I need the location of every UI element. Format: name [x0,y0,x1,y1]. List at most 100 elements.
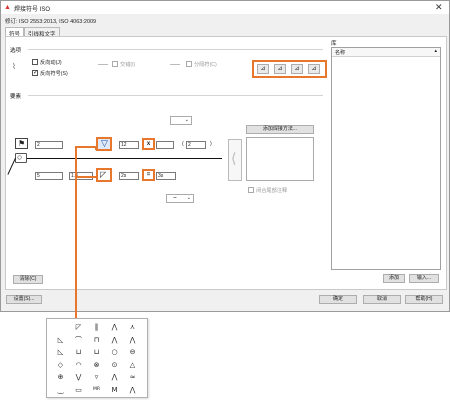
ok-button[interactable]: 确定 [319,295,357,304]
close-tail-label: 闭合尾部注释 [256,188,288,194]
library-section-label: 库 [331,41,337,47]
close-paren: ) [210,141,212,147]
elements-divider [28,95,323,96]
tail-button[interactable]: ⟨ [228,139,242,181]
palette-symbol-2-3[interactable]: ○ [106,346,123,358]
elements-section-label: 要素 [10,94,22,100]
arrow-line [7,158,16,175]
lower-size-field[interactable]: 2s [119,172,139,180]
palette-symbol-0-2[interactable]: ‖ [88,321,105,333]
sort-up-icon: ▴ [434,48,437,54]
settings-button[interactable]: 设置(S)... [6,295,42,304]
all-around-button[interactable]: ○ [15,152,27,163]
lower-length-field[interactable]: 3s [156,172,176,180]
flag-button[interactable]: ⚑ [15,138,28,149]
callout-line-vertical [75,146,77,320]
chevron-down-icon: ⌄ [184,117,189,123]
split-checkbox[interactable] [186,61,192,67]
window-title: 焊接符号 ISO [14,7,51,13]
ident-line-4-icon: ⊿ [311,66,317,72]
tail-icon: ⟨ [231,150,237,166]
weld-symbol-palette: ◸ ‖ ⋀ ⋏ ◺ ⌒ ⊓ ⋀ ⋀ ◺ ⊔ ⊔ ○ ⊖ ◇ ◠ ⊗ ⊙ △ ⊕ ⋁ ▿ ⋀ ≈ ⏝ ▭ MR M ⋀ [46,318,148,398]
palette-symbol-1-2[interactable]: ⊓ [88,334,105,346]
palette-symbol-3-4[interactable]: △ [124,359,141,371]
palette-symbol-1-3[interactable]: ⋀ [106,334,123,346]
palette-symbol-4-2[interactable]: ▿ [88,371,105,383]
upper-paren-field[interactable]: 2 [186,141,206,149]
ident-line-2-icon: ⊿ [277,66,283,72]
callout-line-upper [75,146,96,148]
reference-line [24,158,222,159]
weld-method-list[interactable] [246,137,314,181]
split-label: 分隔符(C) [194,62,217,68]
palette-symbol-0-0[interactable] [52,321,69,333]
weld-symbol-dialog: ▲ 焊接符号 ISO ✕ 修订: ISO 2553:2013, ISO 4063… [0,0,450,312]
library-name-column: 名称 [335,50,346,56]
close-tail-checkbox[interactable] [248,187,254,193]
palette-symbol-3-1[interactable]: ◠ [70,359,87,371]
help-button[interactable]: 帮助(H) [405,295,443,304]
upper-weld-symbol-button[interactable]: ▽ [96,137,112,151]
cancel-button[interactable]: 取消 [363,295,401,304]
lower-separator[interactable]: = [142,169,155,181]
palette-symbol-1-0[interactable]: ◺ [52,334,69,346]
palette-symbol-5-2[interactable]: MR [88,384,105,396]
revision-text: 修订: ISO 2553:2013, ISO 4063:2009 [5,19,97,25]
options-section-label: 选项 [10,48,22,54]
palette-symbol-4-4[interactable]: ≈ [124,371,141,383]
stagger-checkbox[interactable] [112,61,118,67]
palette-symbol-2-2[interactable]: ⊔ [88,346,105,358]
palette-symbol-5-3[interactable]: M [106,384,123,396]
both-sides-checkbox[interactable] [32,59,38,65]
palette-symbol-3-2[interactable]: ⊗ [88,359,105,371]
palette-symbol-2-4[interactable]: ⊖ [124,346,141,358]
library-import-button[interactable]: 输入... [409,274,439,283]
palette-symbol-4-1[interactable]: ⋁ [70,371,87,383]
palette-symbol-5-1[interactable]: ▭ [70,384,87,396]
upper-count-separator[interactable]: x [142,138,155,150]
lower-weld-symbol-button[interactable]: ◸ [96,168,112,182]
palette-symbol-5-4[interactable]: ⋀ [124,384,141,396]
ident-line-2-button[interactable]: ⊿ [274,64,286,74]
palette-symbol-5-0[interactable]: ⏝ [52,384,69,396]
palette-symbol-0-1[interactable]: ◸ [70,321,87,333]
palette-symbol-3-3[interactable]: ⊙ [106,359,123,371]
palette-symbol-1-4[interactable]: ⋀ [124,334,141,346]
upper-size-field[interactable]: 12 [119,141,139,149]
palette-symbol-4-0[interactable]: ⊕ [52,371,69,383]
palette-symbol-0-4[interactable]: ⋏ [124,321,141,333]
palette-symbol-1-1[interactable]: ⌒ [70,334,87,346]
upper-supplementary-dropdown[interactable]: ⌄ [170,116,192,125]
circle-icon: ○ [17,152,23,162]
ident-line-3-button[interactable]: ⊿ [291,64,303,74]
ident-line-3-icon: ⊿ [294,66,300,72]
autocad-icon: ▲ [4,4,11,11]
split-line [170,64,180,65]
clear-button[interactable]: 清除(C) [13,275,43,284]
ident-line-4-button[interactable]: ⊿ [308,64,320,74]
callout-line-tick-upper [95,146,97,150]
palette-grid: ◸ ‖ ⋀ ⋏ ◺ ⌒ ⊓ ⋀ ⋀ ◺ ⊔ ⊔ ○ ⊖ ◇ ◠ ⊗ ⊙ △ ⊕ ⋁ ▿ ⋀ ≈ ⏝ ▭ MR M ⋀ [52,321,144,397]
library-add-button[interactable]: 添加 [383,274,405,283]
add-weld-method-button[interactable]: 添加焊接方法... [246,125,314,134]
library-list[interactable]: 名称 ▴ [331,47,441,270]
chevron-down-icon: ⌄ [186,195,191,201]
palette-symbol-4-3[interactable]: ⋀ [106,371,123,383]
close-icon[interactable]: ✕ [435,2,443,13]
stagger-line [98,64,108,65]
palette-symbol-3-0[interactable]: ◇ [52,359,69,371]
reverse-symbol-checkbox[interactable] [32,69,38,76]
ident-line-1-button[interactable]: ⊿ [257,64,269,74]
upper-left-field[interactable]: 2 [35,141,63,149]
palette-symbol-0-3[interactable]: ⋀ [106,321,123,333]
callout-line-lower [75,176,96,178]
palette-symbol-2-1[interactable]: ⊔ [70,346,87,358]
library-header: 名称 ▴ [332,48,440,57]
palette-symbol-2-0[interactable]: ◺ [52,346,69,358]
reverse-symbol-label: 反向符号(S) [40,71,68,77]
lower-contour-dropdown[interactable]: ⌣ ⌄ [166,194,194,203]
lower-left-field[interactable]: 5 [35,172,63,180]
title-bar: ▲ 焊接符号 ISO ✕ [1,1,449,14]
upper-length-field[interactable] [156,141,174,149]
options-divider [28,49,323,50]
